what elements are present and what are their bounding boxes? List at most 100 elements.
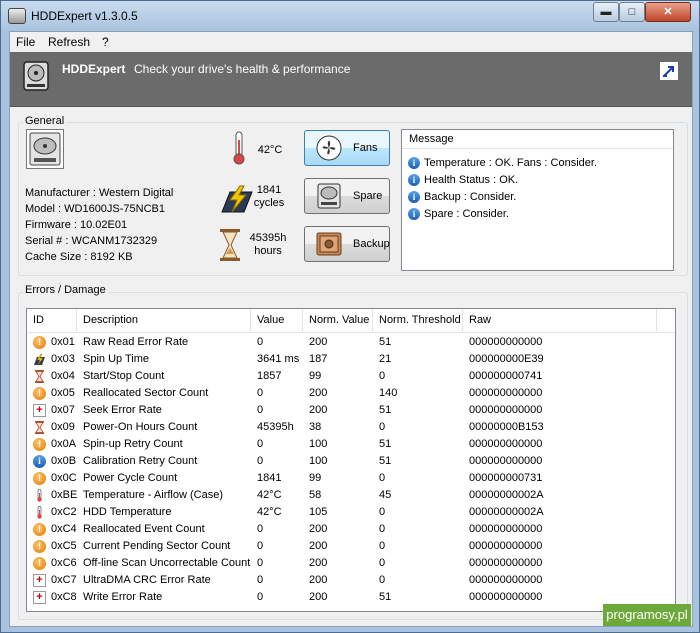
- table-row[interactable]: ! 0x01 Raw Read Error Rate 0 200 51 0000000000…: [27, 334, 675, 351]
- message-panel: Message i Temperature : OK. Fans : Consid…: [401, 129, 674, 271]
- table-row[interactable]: 0x09 Power-On Hours Count 45395h 38 0 0000000…: [27, 419, 675, 436]
- cell-raw: 00000000002A: [469, 506, 544, 518]
- table-row[interactable]: +0xC7 UltraDMA CRC Error Rate 0 200 0 0000000…: [27, 572, 675, 589]
- column-norm-value[interactable]: Norm. Value: [303, 309, 373, 332]
- cell-description: Start/Stop Count: [83, 370, 165, 382]
- table-row[interactable]: 0x03 Spin Up Time 3641 ms 187 21 000000000E39: [27, 351, 675, 368]
- cell-norm-value: 100: [309, 438, 328, 450]
- cell-id: 0xC2: [51, 506, 77, 518]
- cell-value: 0: [257, 557, 264, 569]
- info-icon: i: [33, 455, 46, 468]
- table-row[interactable]: ! 0x05 Reallocated Sector Count 0 200 140 0000…: [27, 385, 675, 402]
- cell-norm-value: 99: [309, 472, 322, 484]
- maximize-button[interactable]: □: [619, 2, 645, 22]
- table-row[interactable]: 0x04 Start/Stop Count 1857 99 0 000000000741: [27, 368, 675, 385]
- client-area: File Refresh ? HDDExpert Check your driv…: [9, 31, 693, 627]
- table-row[interactable]: 0xC2 HDD Temperature 42°C 105 0 00000000002A: [27, 504, 675, 521]
- cell-id: 0x03: [51, 353, 75, 365]
- hourglass-icon: [33, 370, 46, 383]
- menu-file[interactable]: File: [16, 35, 35, 49]
- cell-id: 0x01: [51, 336, 75, 348]
- temperature-value: 42°C: [257, 144, 283, 156]
- table-row[interactable]: +0xC8 Write Error Rate 0 200 51 000000000000: [27, 589, 675, 606]
- close-button[interactable]: ✕: [645, 2, 691, 22]
- cell-value: 0: [257, 438, 264, 450]
- table-row[interactable]: ! 0x0C Power Cycle Count 1841 99 0 00000000073…: [27, 470, 675, 487]
- table-row[interactable]: +0x07 Seek Error Rate 0 200 51 000000000000: [27, 402, 675, 419]
- table-row[interactable]: ! 0xC6 Off-line Scan Uncorrectable Count 0 2…: [27, 555, 675, 572]
- table-row[interactable]: ! 0xC4 Reallocated Event Count 0 200 0 0000000…: [27, 521, 675, 538]
- cell-norm-threshold: 0: [379, 421, 386, 433]
- column-description[interactable]: Description: [77, 309, 251, 332]
- table-row[interactable]: i 0x0B Calibration Retry Count 0 100 51 000000…: [27, 453, 675, 470]
- column-id[interactable]: ID: [27, 309, 77, 332]
- cell-value: 1857: [257, 370, 282, 382]
- manufacturer-text: Manufacturer : Western Digital: [25, 187, 174, 199]
- cell-id: 0x09: [51, 421, 75, 433]
- cell-norm-value: 200: [309, 557, 328, 569]
- cell-value: 42°C: [257, 506, 282, 518]
- safe-icon: [316, 232, 342, 256]
- menu-help[interactable]: ?: [102, 35, 109, 49]
- cell-raw: 000000000000: [469, 557, 543, 569]
- info-icon: i: [408, 157, 420, 170]
- cell-raw: 000000000000: [469, 387, 543, 399]
- cell-id: 0x07: [51, 404, 75, 416]
- errors-table: ID Description Value Norm. Value Norm. T…: [26, 308, 676, 612]
- cell-description: Power Cycle Count: [83, 472, 178, 484]
- cell-value: 0: [257, 574, 264, 586]
- column-value[interactable]: Value: [251, 309, 303, 332]
- cell-norm-value: 100: [309, 455, 328, 467]
- thermometer-icon: [33, 489, 46, 502]
- warning-icon: !: [33, 557, 46, 570]
- watermark: programosy.pl: [603, 604, 691, 626]
- cell-norm-threshold: 51: [379, 438, 392, 450]
- backup-button[interactable]: Backup: [304, 226, 390, 262]
- table-row[interactable]: ! 0xC5 Current Pending Sector Count 0 200 0 00…: [27, 538, 675, 555]
- table-row[interactable]: ! 0x0A Spin-up Retry Count 0 100 51 0000000000…: [27, 436, 675, 453]
- column-raw[interactable]: Raw: [463, 309, 657, 332]
- fans-button[interactable]: Fans: [304, 130, 390, 166]
- cell-norm-threshold: 0: [379, 540, 386, 552]
- warning-icon: !: [33, 387, 46, 400]
- column-norm-threshold[interactable]: Norm. Threshold: [373, 309, 463, 332]
- message-item[interactable]: i Backup : Consider.: [408, 191, 516, 207]
- fan-icon: [316, 135, 342, 161]
- spare-button[interactable]: Spare: [304, 178, 390, 214]
- message-text: Backup : Consider.: [424, 191, 517, 203]
- cell-description: HDD Temperature: [83, 506, 172, 518]
- message-item[interactable]: i Spare : Consider.: [408, 208, 509, 224]
- cell-description: UltraDMA CRC Error Rate: [83, 574, 211, 586]
- minimize-button[interactable]: ▬: [593, 2, 619, 22]
- cell-value: 0: [257, 523, 264, 535]
- cell-value: 1841: [257, 472, 282, 484]
- cell-id: 0x0A: [51, 438, 77, 450]
- cell-value: 0: [257, 455, 264, 467]
- cell-norm-value: 99: [309, 370, 322, 382]
- drive-icon: [26, 129, 64, 169]
- menu-refresh[interactable]: Refresh: [48, 35, 90, 49]
- cell-norm-threshold: 45: [379, 489, 392, 501]
- cell-raw: 00000000002A: [469, 489, 544, 501]
- message-header[interactable]: Message: [402, 130, 673, 149]
- cell-id: 0xC7: [51, 574, 77, 586]
- medical-cross-icon: +: [33, 404, 46, 417]
- cell-raw: 000000000000: [469, 438, 543, 450]
- cell-norm-threshold: 140: [379, 387, 398, 399]
- cell-norm-value: 200: [309, 404, 328, 416]
- cell-norm-threshold: 51: [379, 404, 392, 416]
- model-text: Model : WD1600JS-75NCB1: [25, 203, 166, 215]
- table-row[interactable]: 0xBE Temperature - Airflow (Case) 42°C 58 45…: [27, 487, 675, 504]
- cell-id: 0xC8: [51, 591, 77, 603]
- cell-norm-threshold: 51: [379, 455, 392, 467]
- warning-icon: !: [33, 540, 46, 553]
- message-item[interactable]: i Temperature : OK. Fans : Consider.: [408, 157, 597, 173]
- message-text: Temperature : OK. Fans : Consider.: [424, 157, 598, 169]
- warning-icon: !: [33, 438, 46, 451]
- title-bar[interactable]: HDDExpert v1.3.0.5 ▬ □ ✕: [1, 1, 699, 31]
- message-item[interactable]: i Health Status : OK.: [408, 174, 518, 190]
- web-link-icon[interactable]: [660, 62, 678, 80]
- cell-raw: 000000000000: [469, 540, 543, 552]
- cell-norm-threshold: 0: [379, 506, 386, 518]
- spare-button-label: Spare: [353, 190, 383, 202]
